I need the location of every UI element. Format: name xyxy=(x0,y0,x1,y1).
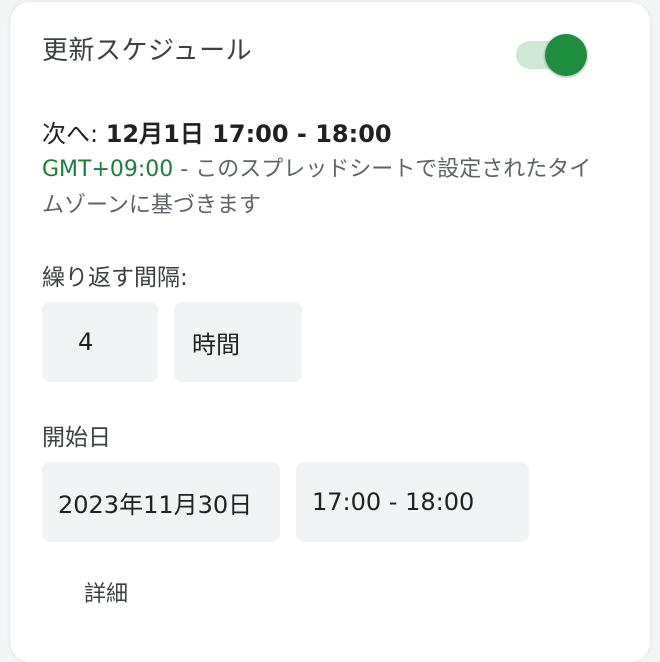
details-link[interactable]: 詳細 xyxy=(84,576,128,608)
timezone-gmt: GMT+09:00 xyxy=(42,157,174,182)
interval-value: 4 xyxy=(78,328,94,356)
timezone-note: GMT+09:00 - このスプレッドシートで設定されたタイムゾーンに基づきます xyxy=(42,152,602,224)
start-label: 開始日 xyxy=(42,425,111,451)
interval-unit: 時間 xyxy=(192,330,240,359)
interval-value-field[interactable]: 4 xyxy=(42,302,158,382)
next-run-value: 12月1日 17:00 - 18:00 xyxy=(105,120,392,148)
interval-unit-select[interactable]: 時間 xyxy=(174,302,302,382)
toggle-thumb xyxy=(545,34,587,76)
schedule-card: 更新スケジュール 次へ: 12月1日 17:00 - 18:00 GMT+09:… xyxy=(10,2,650,662)
repeat-label: 繰り返す間隔: xyxy=(42,265,188,291)
start-time: 17:00 - 18:00 xyxy=(312,488,475,516)
start-date-field[interactable]: 2023年11月30日 xyxy=(42,462,280,542)
start-date: 2023年11月30日 xyxy=(58,490,253,519)
schedule-title: 更新スケジュール xyxy=(42,36,253,66)
start-time-field[interactable]: 17:00 - 18:00 xyxy=(296,462,529,542)
next-run-label: 次へ: xyxy=(42,120,106,148)
next-run: 次へ: 12月1日 17:00 - 18:00 xyxy=(42,114,392,149)
schedule-toggle[interactable] xyxy=(516,32,588,78)
